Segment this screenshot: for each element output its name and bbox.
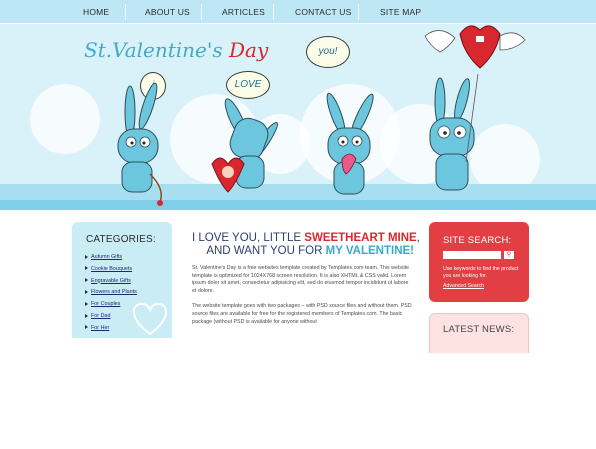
headline-line-2: AND WANT YOU FOR MY VALENTINE! [192,245,414,257]
latest-news-panel: LATEST NEWS: [429,313,529,353]
category-label: For Couples [91,301,121,308]
search-icon: ⚲ [506,252,512,258]
bunny-3-icon [326,92,374,195]
category-label: Autumn Gifts [91,254,123,260]
header-banner: St.Valentine's Day i LOVE you! [0,24,596,210]
headline-highlight: MY VALENTINE! [325,245,414,257]
categories-heading: CATEGORIES: [86,234,156,245]
arrow-right-icon [85,325,88,330]
bunnies-illustration [117,25,526,206]
site-search-panel: SITE SEARCH: ⚲ Use keywords to find the … [429,222,529,302]
nav-divider [273,4,274,20]
search-input[interactable] [443,251,501,259]
search-hint: Use keywords to find the product you are… [443,266,519,279]
main-content: I LOVE YOU, LITTLE SWEETHEART MINE, AND … [192,232,420,326]
search-heading: SITE SEARCH: [443,235,512,246]
headline-text: I LOVE YOU, LITTLE [192,232,305,244]
category-link-flowers-and-plants[interactable]: Flowers and Plants [85,287,137,299]
nav-divider [125,4,126,20]
heart-outline-icon [132,302,168,336]
categories-panel: CATEGORIES: Autumn Gifts Cookie Bouquets… [72,222,172,338]
headline-line-1: I LOVE YOU, LITTLE SWEETHEART MINE, [192,232,420,244]
news-heading: LATEST NEWS: [443,324,515,335]
nav-divider [201,4,202,20]
nav-contact-us[interactable]: CONTACT US [295,0,351,24]
category-label: Engravable Gifts [91,277,131,284]
nav-divider [358,4,359,20]
nav-about-us[interactable]: ABOUT US [145,0,190,24]
bunny-2-icon [211,98,278,193]
arrow-right-icon [85,254,88,259]
category-link-autumn-gifts[interactable]: Autumn Gifts [85,252,137,264]
nav-site-map[interactable]: SITE MAP [380,0,421,24]
category-link-engravable-gifts[interactable]: Engravable Gifts [85,276,137,288]
bunny-4-icon [429,73,479,191]
intro-paragraph: St. Valentine's Day is a free websites t… [192,265,410,294]
category-label: For Dad [91,312,111,319]
arrow-right-icon [85,289,88,294]
advanced-search-link[interactable]: Advanced Search [443,283,484,289]
category-label: Flowers and Plants [91,289,137,296]
top-nav: HOME ABOUT US ARTICLES CONTACT US SITE M… [0,0,596,24]
category-label: For Her [91,324,110,331]
headline-text: AND WANT YOU FOR [206,245,326,257]
arrow-right-icon [85,313,88,318]
flying-heart-icon [424,25,526,69]
arrow-right-icon [85,278,88,283]
search-button[interactable]: ⚲ [504,251,514,259]
bunny-1-icon [117,82,163,206]
category-link-cookie-bouquets[interactable]: Cookie Bouquets [85,264,137,276]
headline-highlight: SWEETHEART MINE [304,232,417,244]
headline-text: , [416,232,420,244]
arrow-right-icon [85,301,88,306]
nav-articles[interactable]: ARTICLES [222,0,265,24]
arrow-right-icon [85,266,88,271]
nav-home[interactable]: HOME [83,0,109,24]
category-label: Cookie Bouquets [91,265,133,272]
packages-paragraph: The website template goes with two packa… [192,303,412,325]
